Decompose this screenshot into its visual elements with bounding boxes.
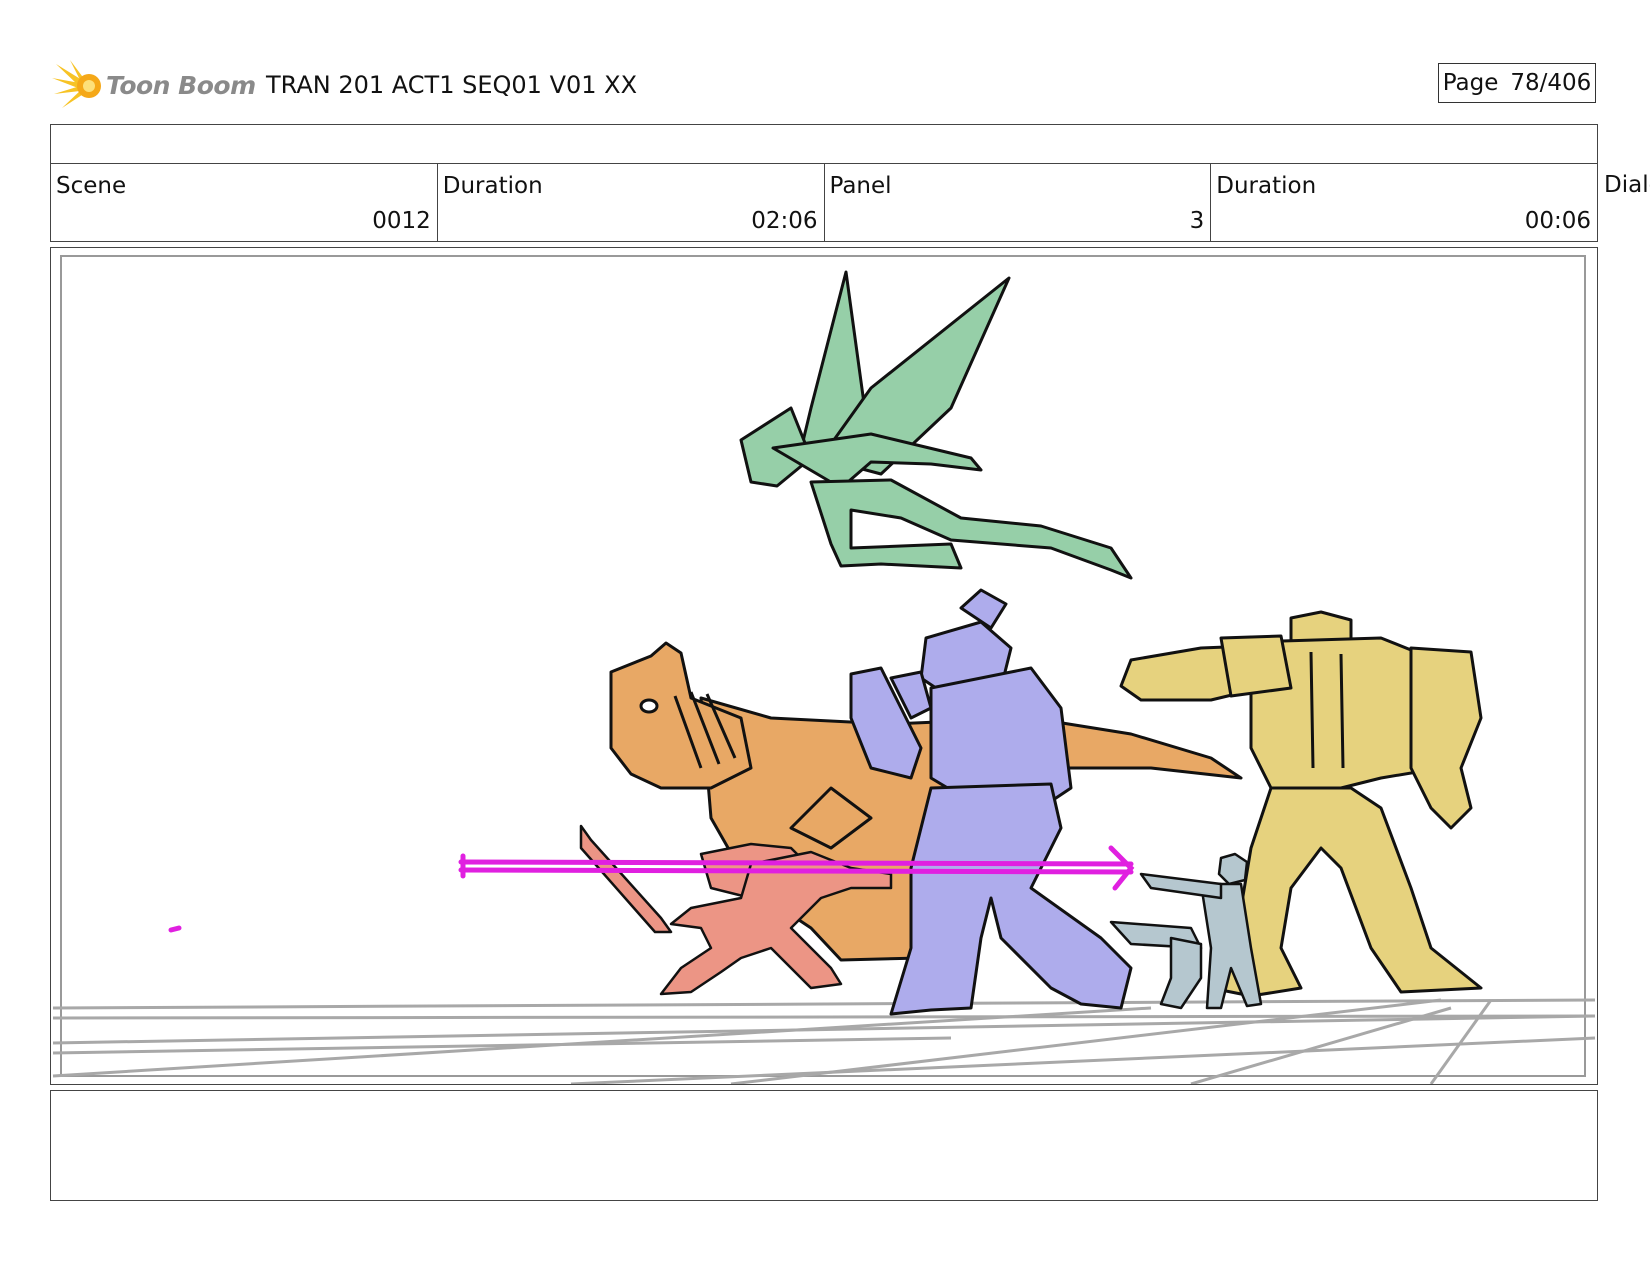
- logo-text: Toon Boom: [106, 70, 256, 100]
- panel-label: Panel: [829, 173, 892, 199]
- green-flyer-figure: [739, 270, 1133, 580]
- toon-boom-logo: Toon Boom: [52, 58, 256, 112]
- page-number: 78/406: [1510, 70, 1592, 96]
- dialog-label: Dialog: [1604, 172, 1650, 198]
- storyboard-panel: [50, 247, 1598, 1085]
- scene-label: Scene: [56, 173, 127, 199]
- panel-value: 3: [1189, 208, 1205, 234]
- header-blank-row: [50, 124, 1598, 164]
- grey-gunner-figure: [1109, 852, 1263, 1010]
- ground-lines: [52, 998, 1596, 1084]
- panel-duration-value: 00:06: [1524, 208, 1591, 234]
- panel-duration-cell: Duration 00:06: [1211, 164, 1597, 241]
- scene-duration-cell: Duration 02:06: [438, 164, 825, 241]
- document-title: TRAN 201 ACT1 SEQ01 V01 XX: [266, 71, 638, 99]
- panel-drawing: [52, 255, 1596, 1084]
- scene-cell: Scene 0012: [51, 164, 438, 241]
- scene-info-row: Scene 0012 Duration 02:06 Panel 3 Durati…: [50, 163, 1598, 242]
- sun-burst-icon: [52, 60, 101, 108]
- panel-duration-label: Duration: [1216, 173, 1317, 199]
- panel-cell: Panel 3: [825, 164, 1212, 241]
- scene-duration-value: 02:06: [751, 208, 818, 234]
- panel-notes-box: [50, 1090, 1598, 1201]
- scene-value: 0012: [372, 208, 431, 234]
- page-label: Page: [1442, 70, 1499, 96]
- page-indicator: Page 78/406: [1438, 63, 1596, 103]
- scene-duration-label: Duration: [442, 173, 543, 199]
- dialog-column-clip: Dialog: [1600, 160, 1650, 210]
